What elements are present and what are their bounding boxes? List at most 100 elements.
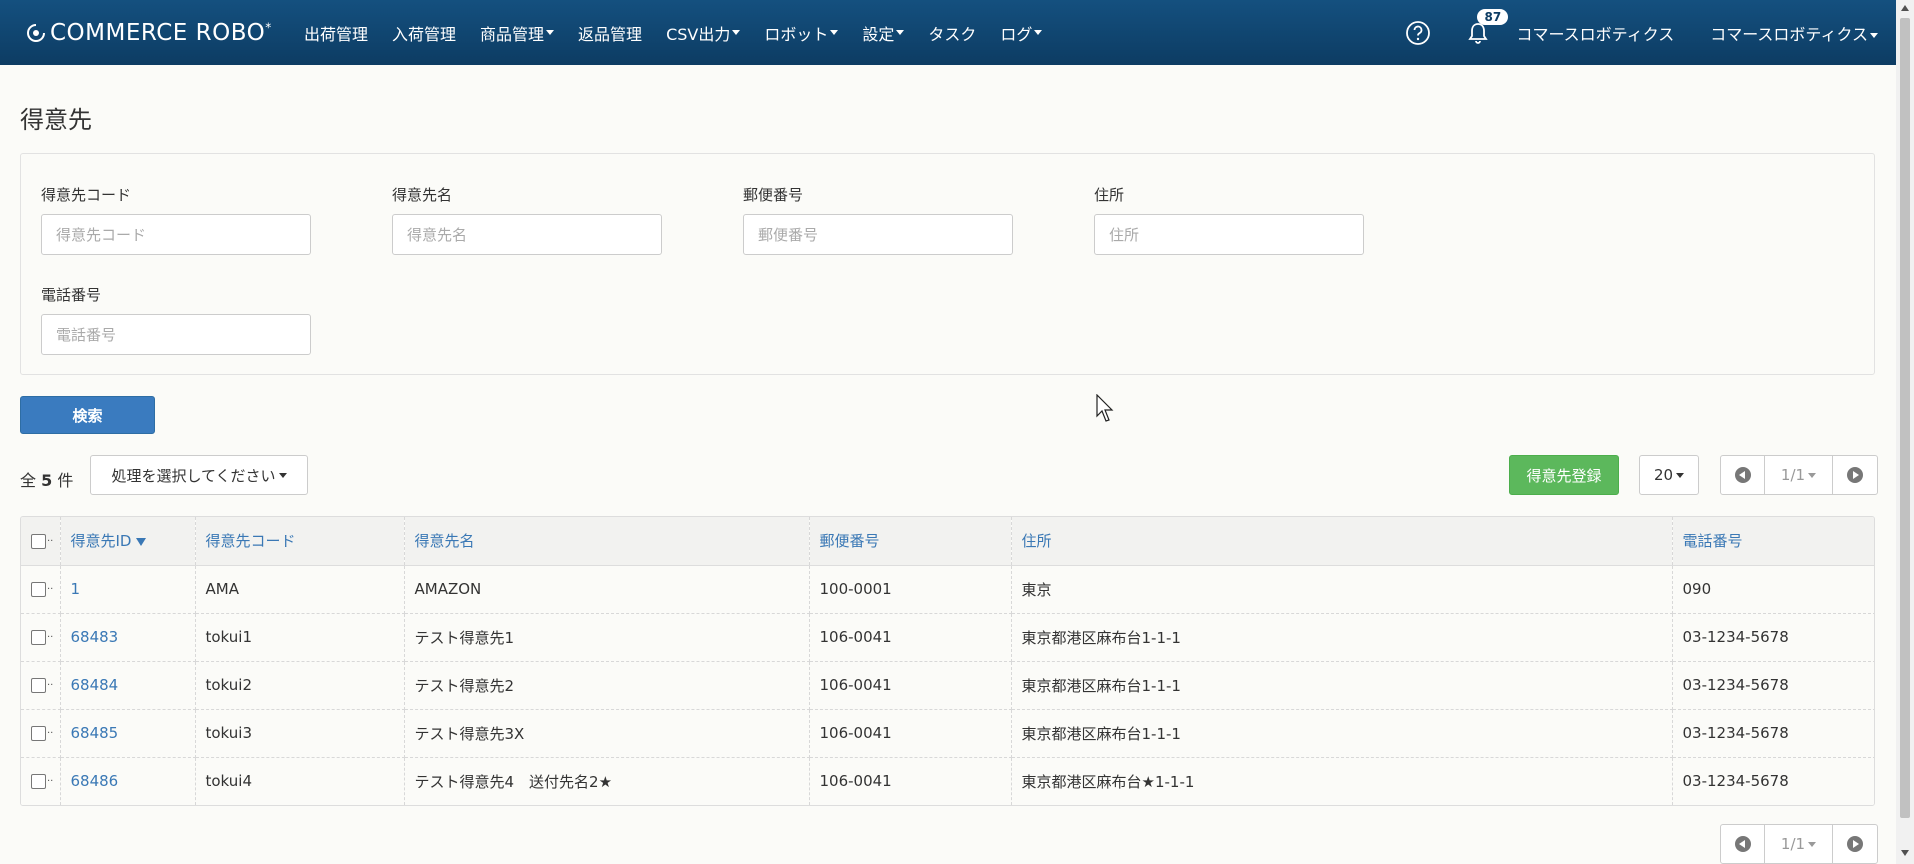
row-checkbox[interactable]	[31, 678, 46, 693]
table-row: ·· 68485 tokui3 テスト得意先3X 106-0041 東京都港区麻…	[21, 709, 1874, 758]
address-field: 住所	[1094, 184, 1364, 255]
nav-item-tasks[interactable]: タスク	[916, 0, 988, 65]
nav-item-products[interactable]: 商品管理	[468, 0, 566, 65]
page-select[interactable]: 1/1	[1765, 825, 1833, 863]
notification-badge: 87	[1477, 8, 1509, 25]
search-panel: 得意先コード 得意先名 郵便番号 住所 電話番号	[20, 153, 1875, 375]
prev-page-button[interactable]	[1721, 456, 1765, 494]
table-row: ·· 1 AMA AMAZON 100-0001 東京 090	[21, 565, 1874, 614]
phone-input[interactable]	[41, 314, 311, 355]
header-phone[interactable]: 電話番号	[1672, 517, 1874, 566]
customer-code-cell: tokui3	[195, 709, 405, 758]
next-page-button[interactable]	[1833, 825, 1877, 863]
customer-name-label: 得意先名	[392, 186, 453, 204]
customer-id-link[interactable]: 68483	[60, 613, 196, 662]
header-customer-name[interactable]: 得意先名	[404, 517, 810, 566]
brand-name: COMMERCE ROBO*	[50, 19, 272, 46]
nav-item-logs[interactable]: ログ	[988, 0, 1054, 65]
nav-item-receiving[interactable]: 入荷管理	[380, 0, 468, 65]
nav-item-settings[interactable]: 設定	[850, 0, 916, 65]
customer-code-cell: tokui1	[195, 613, 405, 662]
user-menu[interactable]: コマースロボティクス	[1710, 21, 1878, 45]
postal-code-cell: 100-0001	[809, 565, 1012, 614]
row-select-cell: ··	[21, 613, 61, 662]
select-all-cell: ··	[21, 517, 61, 566]
chevron-down-icon	[896, 30, 905, 35]
customer-code-input[interactable]	[41, 214, 311, 255]
header-customer-code[interactable]: 得意先コード	[195, 517, 405, 566]
next-page-button[interactable]	[1833, 456, 1877, 494]
mouse-cursor-icon	[1096, 394, 1114, 422]
notification-bell[interactable]: 87	[1465, 8, 1509, 46]
customer-name-cell: テスト得意先1	[404, 613, 810, 662]
address-label: 住所	[1094, 186, 1125, 204]
header-customer-id[interactable]: 得意先ID	[60, 517, 196, 566]
customer-id-link[interactable]: 68486	[60, 757, 196, 805]
prev-page-button[interactable]	[1721, 825, 1765, 863]
postal-code-input[interactable]	[743, 214, 1013, 255]
bulk-action-select[interactable]: 処理を選択してください	[90, 455, 308, 495]
customer-code-field: 得意先コード	[41, 184, 311, 255]
register-customer-button[interactable]: 得意先登録	[1509, 455, 1619, 495]
row-checkbox[interactable]	[31, 582, 46, 597]
chevron-down-icon	[830, 30, 839, 35]
row-checkbox[interactable]	[31, 726, 46, 741]
postal-code-field: 郵便番号	[743, 184, 1013, 255]
table-row: ·· 68486 tokui4 テスト得意先4 送付先名2★ 106-0041 …	[21, 757, 1874, 805]
address-cell: 東京都港区麻布台1-1-1	[1011, 709, 1673, 758]
customer-code-label: 得意先コード	[41, 186, 132, 204]
top-navbar: COMMERCE ROBO* 出荷管理 入荷管理 商品管理 返品管理 CSV出力…	[0, 0, 1896, 65]
scroll-up-icon[interactable]	[1901, 5, 1909, 11]
customer-id-link[interactable]: 68484	[60, 661, 196, 710]
company-menu[interactable]: コマースロボティクス	[1516, 21, 1674, 45]
chevron-left-icon	[1734, 467, 1751, 483]
postal-code-cell: 106-0041	[809, 709, 1012, 758]
row-checkbox[interactable]	[31, 774, 46, 790]
page-select[interactable]: 1/1	[1765, 456, 1833, 494]
brand-logo[interactable]: COMMERCE ROBO*	[26, 0, 292, 65]
brand-gear-icon	[27, 23, 45, 42]
help-icon[interactable]	[1405, 20, 1431, 46]
pager-top: 1/1	[1720, 455, 1878, 495]
phone-label: 電話番号	[41, 286, 102, 304]
customer-name-input[interactable]	[392, 214, 662, 255]
address-input[interactable]	[1094, 214, 1364, 255]
chevron-down-icon	[1808, 841, 1817, 847]
chevron-down-icon	[1808, 472, 1817, 478]
customer-code-cell: tokui2	[195, 661, 405, 710]
chevron-down-icon	[546, 30, 555, 35]
chevron-left-icon	[1734, 836, 1751, 852]
scroll-down-icon[interactable]	[1901, 850, 1909, 856]
phone-cell: 03-1234-5678	[1672, 757, 1874, 805]
customer-code-cell: tokui4	[195, 757, 405, 805]
header-address[interactable]: 住所	[1011, 517, 1673, 566]
address-cell: 東京都港区麻布台★1-1-1	[1011, 757, 1673, 805]
nav-item-robot[interactable]: ロボット	[752, 0, 850, 65]
scrollbar-thumb[interactable]	[1900, 18, 1910, 818]
header-postal-code[interactable]: 郵便番号	[809, 517, 1012, 566]
customer-id-link[interactable]: 1	[60, 565, 196, 614]
customer-name-cell: AMAZON	[404, 565, 810, 614]
search-button[interactable]: 検索	[20, 396, 155, 434]
table-row: ·· 68483 tokui1 テスト得意先1 106-0041 東京都港区麻布…	[21, 613, 1874, 662]
chevron-down-icon	[278, 472, 287, 478]
postal-code-cell: 106-0041	[809, 613, 1012, 662]
row-select-cell: ··	[21, 661, 61, 710]
customer-name-cell: テスト得意先4 送付先名2★	[404, 757, 810, 805]
nav-item-shipping[interactable]: 出荷管理	[292, 0, 380, 65]
nav-item-returns[interactable]: 返品管理	[566, 0, 654, 65]
page-scrollbar[interactable]	[1896, 0, 1914, 864]
chevron-down-icon	[1034, 30, 1043, 35]
customer-id-link[interactable]: 68485	[60, 709, 196, 758]
table-header-row: ·· 得意先ID 得意先コード 得意先名 郵便番号 住所 電話番号	[21, 517, 1874, 566]
row-select-cell: ··	[21, 757, 61, 805]
table-row: ·· 68484 tokui2 テスト得意先2 106-0041 東京都港区麻布…	[21, 661, 1874, 710]
customer-code-cell: AMA	[195, 565, 405, 614]
phone-field: 電話番号	[41, 284, 311, 355]
row-checkbox[interactable]	[31, 630, 46, 645]
select-all-checkbox[interactable]	[31, 533, 46, 549]
per-page-select[interactable]: 20	[1639, 455, 1699, 495]
row-select-cell: ··	[21, 709, 61, 758]
nav-item-csv-export[interactable]: CSV出力	[654, 0, 752, 65]
customer-name-cell: テスト得意先2	[404, 661, 810, 710]
